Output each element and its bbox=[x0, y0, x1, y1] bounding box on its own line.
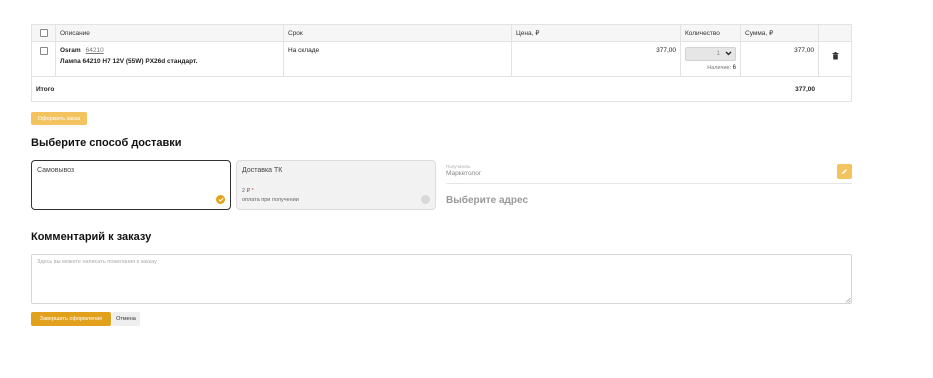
pencil-icon bbox=[842, 169, 847, 174]
radio-unselected-icon bbox=[421, 195, 430, 204]
item-sum: 377,00 bbox=[741, 42, 819, 76]
column-header-price: Цена, ₽ bbox=[512, 25, 681, 41]
delete-item-button[interactable] bbox=[828, 49, 842, 63]
place-order-button[interactable]: Оформить заказ bbox=[31, 112, 87, 125]
stock-label: Наличие: bbox=[707, 65, 732, 71]
edit-recipient-button[interactable] bbox=[837, 164, 852, 179]
cancel-button[interactable]: Отмена bbox=[112, 312, 140, 326]
column-header-sum: Сумма, ₽ bbox=[741, 25, 819, 41]
item-quantity-cell: 1 Наличие: 6 bbox=[681, 42, 741, 76]
comment-textarea[interactable] bbox=[31, 254, 852, 304]
quantity-select[interactable]: 1 bbox=[685, 47, 736, 61]
recipient-label: Получатель bbox=[446, 164, 471, 169]
item-term: На складе bbox=[284, 42, 512, 76]
recipient-underline bbox=[446, 183, 852, 184]
stock-value: 6 bbox=[732, 65, 736, 71]
row-select-cell bbox=[32, 42, 56, 76]
item-name: Лампа 64210 H7 12V (55W) PX26d стандарт. bbox=[60, 58, 198, 65]
column-header-term: Срок bbox=[284, 25, 512, 41]
select-all-cell bbox=[32, 25, 56, 41]
check-circle-icon bbox=[216, 195, 225, 204]
trash-icon bbox=[832, 52, 838, 60]
resize-grip-icon[interactable] bbox=[845, 297, 851, 303]
stock-info: Наличие: 6 bbox=[685, 65, 736, 71]
chevron-down-icon bbox=[725, 51, 732, 58]
delivery-option-transport[interactable]: Доставка ТК 2 ₽ * оплата при получении bbox=[236, 160, 436, 210]
transport-price-value: 2 ₽ bbox=[242, 188, 251, 194]
select-all-checkbox[interactable] bbox=[39, 29, 48, 37]
recipient-field[interactable]: Маркетолог bbox=[446, 170, 481, 177]
row-checkbox[interactable] bbox=[39, 47, 48, 55]
item-price: 377,00 bbox=[512, 42, 681, 76]
select-address-link[interactable]: Выберите адрес bbox=[446, 195, 528, 206]
column-header-actions bbox=[819, 25, 851, 41]
comment-heading: Комментарий к заказу bbox=[31, 231, 152, 243]
transport-title: Доставка ТК bbox=[242, 167, 283, 174]
table-row: Osram 64210 Лампа 64210 H7 12V (55W) PX26… bbox=[32, 42, 851, 77]
cart-table: Описание Срок Цена, ₽ Количество Сумма, … bbox=[31, 24, 852, 102]
total-row: Итого 377,00 bbox=[32, 77, 851, 101]
column-header-quantity: Количество bbox=[681, 25, 741, 41]
item-description: Osram 64210 Лампа 64210 H7 12V (55W) PX26… bbox=[56, 42, 284, 76]
total-label: Итого bbox=[36, 85, 55, 93]
item-brand: Osram bbox=[60, 47, 81, 54]
transport-price: 2 ₽ * bbox=[242, 188, 254, 194]
delivery-option-pickup[interactable]: Самовывоз bbox=[31, 160, 231, 210]
delivery-heading: Выберите способ доставки bbox=[31, 137, 182, 149]
table-header: Описание Срок Цена, ₽ Количество Сумма, … bbox=[32, 25, 851, 42]
finish-order-button[interactable]: Завершить оформление bbox=[31, 312, 111, 326]
pickup-title: Самовывоз bbox=[37, 167, 75, 174]
transport-note: оплата при получении bbox=[242, 197, 299, 203]
transport-price-mark: * bbox=[251, 188, 254, 194]
total-value: 377,00 bbox=[795, 85, 815, 93]
item-code-link[interactable]: 64210 bbox=[86, 47, 104, 54]
column-header-description: Описание bbox=[56, 25, 284, 41]
quantity-value: 1 bbox=[716, 51, 720, 57]
item-delete-cell bbox=[819, 42, 851, 76]
